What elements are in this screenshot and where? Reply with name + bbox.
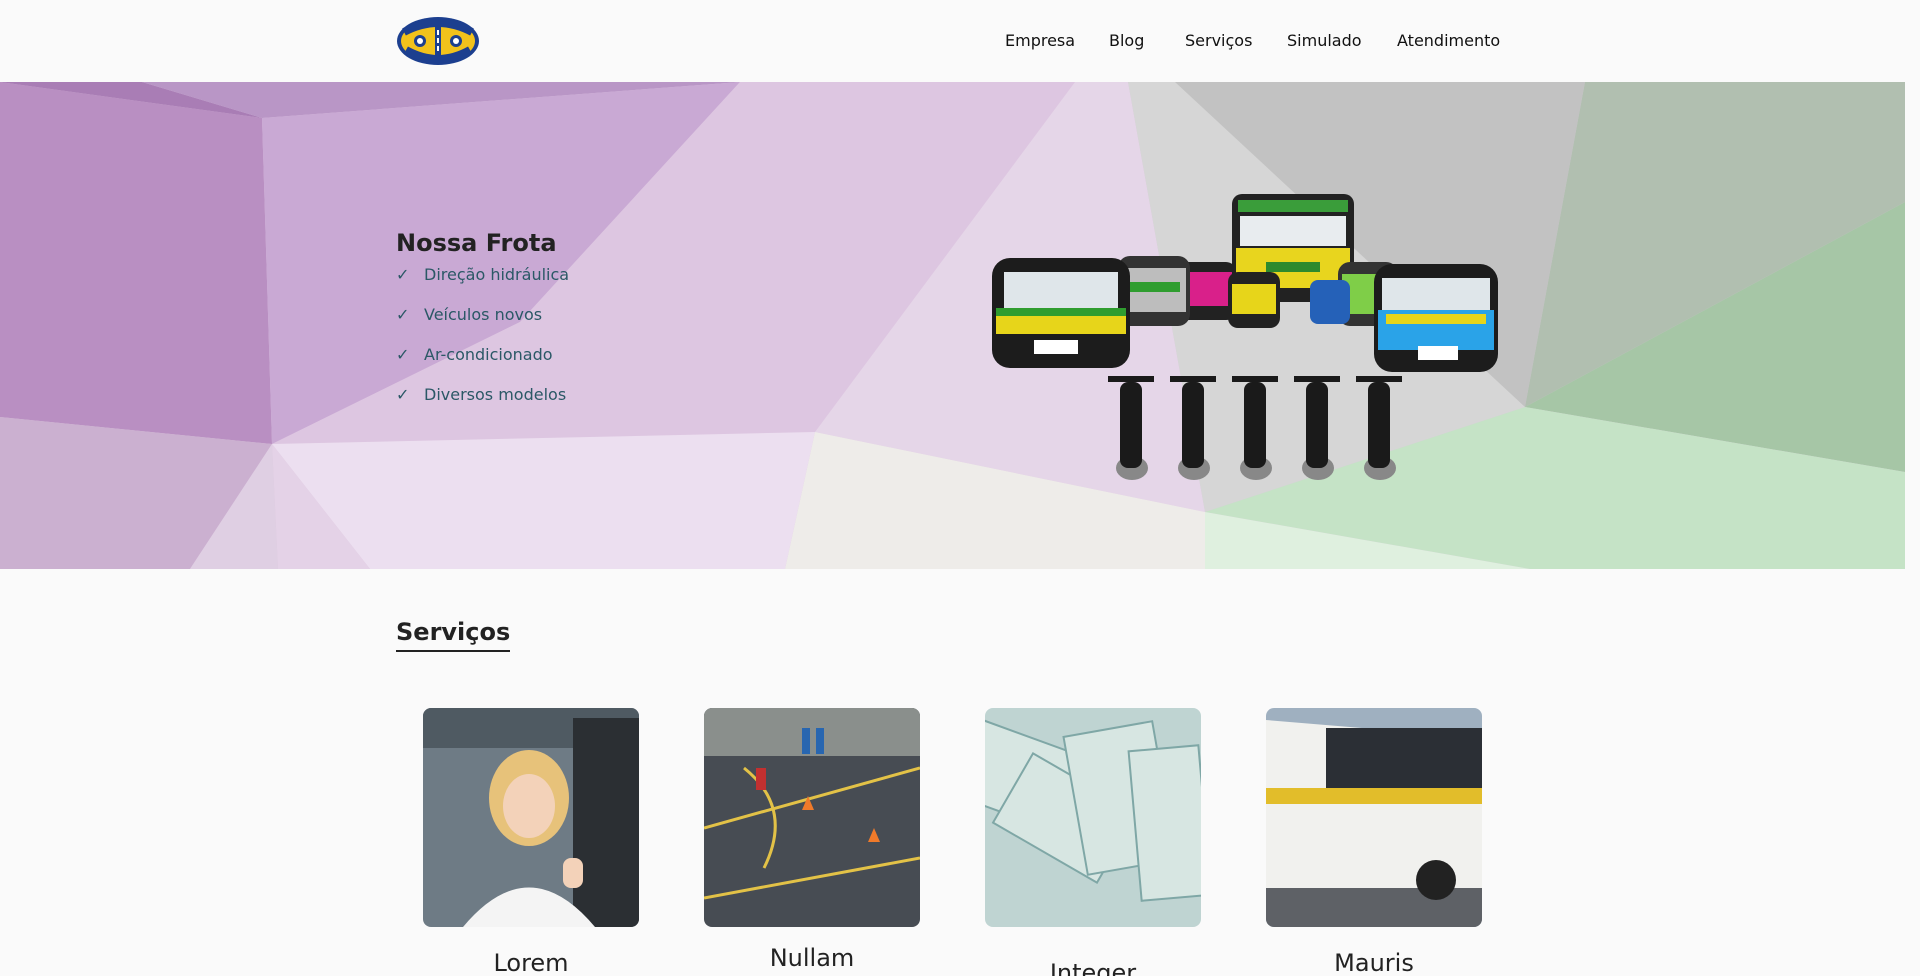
- fleet-image: [992, 194, 1498, 480]
- service-card-image-bus[interactable]: [1266, 708, 1482, 927]
- feature-label: Diversos modelos: [424, 385, 567, 404]
- feature-label: Veículos novos: [424, 305, 543, 324]
- service-card-image-motorcycle-course[interactable]: [703, 708, 921, 927]
- check-icon: ✓: [396, 305, 410, 324]
- nav-link-atendimento[interactable]: Atendimento: [1397, 31, 1500, 50]
- service-card-image-licenses[interactable]: [953, 708, 1213, 927]
- nav-link-simulado[interactable]: Simulado: [1287, 31, 1362, 50]
- car-blue-small: [1310, 280, 1350, 324]
- nav-link-empresa[interactable]: Empresa: [1005, 31, 1075, 50]
- motorcycles-row: [1108, 376, 1402, 480]
- feature-label: Ar-condicionado: [424, 345, 553, 364]
- service-card[interactable]: Lorem: [423, 708, 639, 976]
- service-card-caption: Integer: [1049, 959, 1137, 976]
- service-card-caption: Mauris: [1334, 949, 1414, 976]
- nav-link-servicos[interactable]: Serviços: [1185, 31, 1252, 50]
- check-icon: ✓: [396, 385, 410, 404]
- feature-label: Direção hidráulica: [424, 265, 570, 284]
- service-card-caption: Lorem: [493, 949, 569, 976]
- feature-item: ✓ Ar-condicionado: [396, 345, 569, 385]
- car-black-front: [992, 258, 1130, 368]
- service-card-caption: Nullam: [769, 944, 855, 972]
- service-card[interactable]: Integer: [953, 708, 1213, 976]
- hero-title: Nossa Frota: [396, 229, 557, 257]
- check-icon: ✓: [396, 345, 410, 364]
- feature-item: ✓ Direção hidráulica: [396, 265, 569, 305]
- autoescola-logo[interactable]: [396, 16, 480, 66]
- fleet-hero: Nossa Frota ✓ Direção hidráulica ✓ Veícu…: [0, 82, 1905, 569]
- feature-item: ✓ Diversos modelos: [396, 385, 569, 425]
- fleet-feature-list: ✓ Direção hidráulica ✓ Veículos novos ✓ …: [396, 265, 569, 425]
- car-small-yellow: [1228, 272, 1280, 328]
- check-icon: ✓: [396, 265, 410, 284]
- service-card-image-driver[interactable]: [423, 708, 639, 927]
- services-heading: Serviços: [396, 618, 511, 652]
- service-card[interactable]: Mauris: [1266, 708, 1482, 976]
- service-card[interactable]: Nullam: [703, 708, 921, 972]
- feature-item: ✓ Veículos novos: [396, 305, 569, 345]
- car-blue-front: [1374, 264, 1498, 372]
- nav-link-blog[interactable]: Blog: [1109, 31, 1144, 50]
- hero-polygon-background: [0, 82, 1905, 569]
- site-header: Empresa Blog Serviços Simulado Atendimen…: [0, 0, 1905, 82]
